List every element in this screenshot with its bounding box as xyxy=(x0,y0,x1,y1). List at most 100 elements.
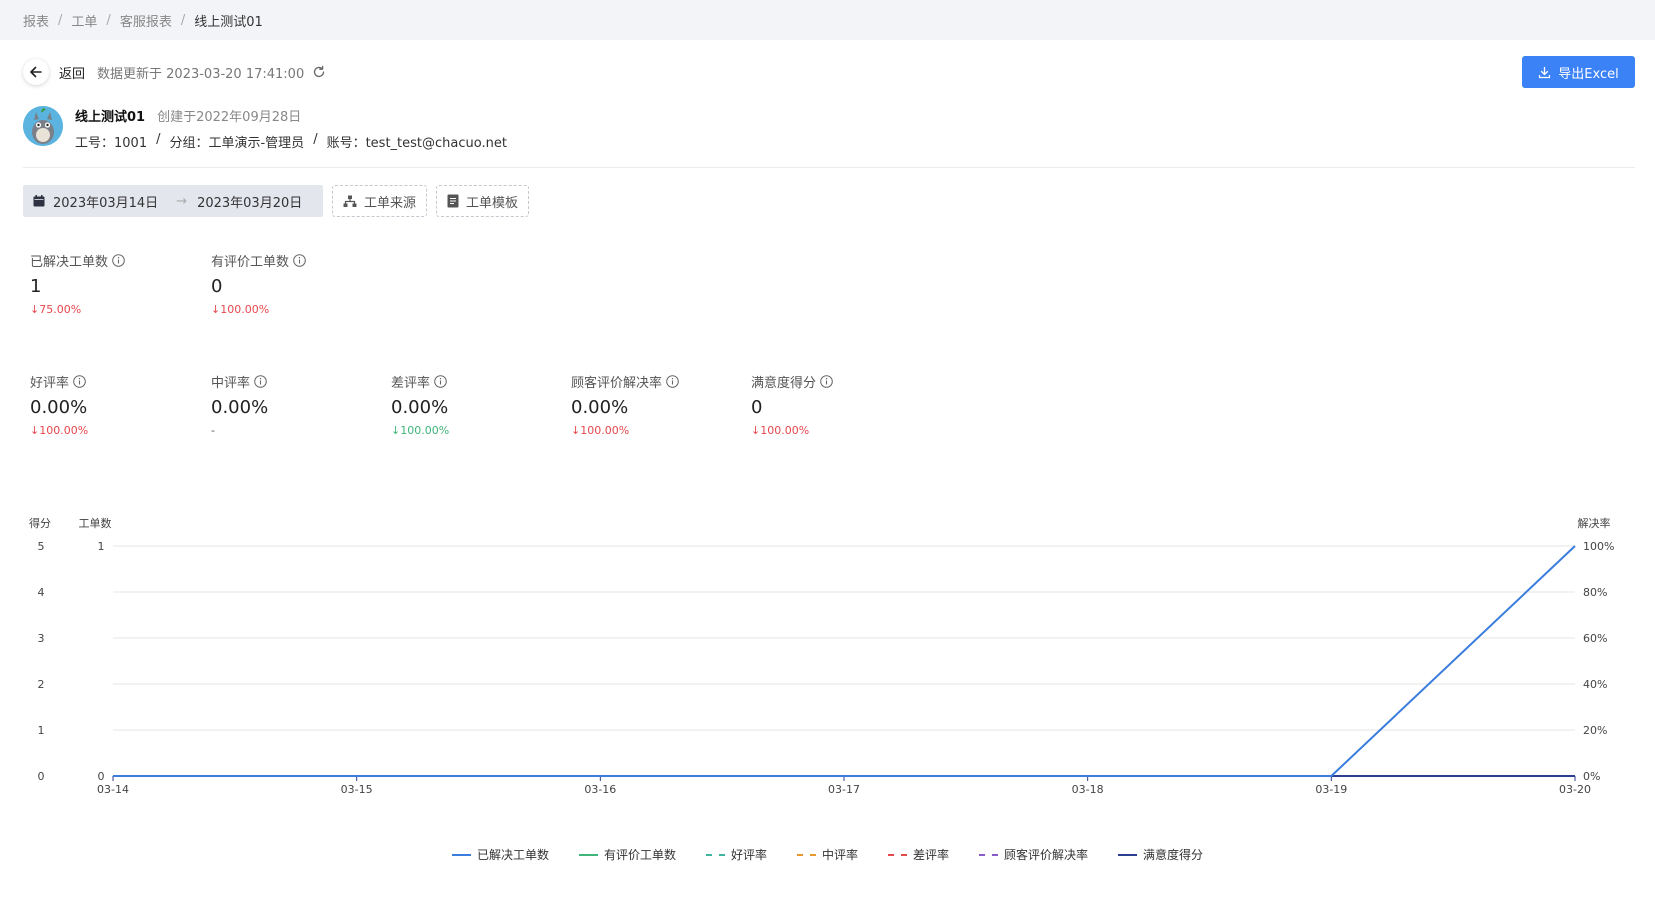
arrow-down-icon: ↓ xyxy=(30,423,40,437)
legend-item[interactable]: 好评率 xyxy=(705,846,767,863)
legend-swatch xyxy=(979,853,999,856)
date-range-picker[interactable]: 2023年03月14日 → 2023年03月20日 xyxy=(23,185,323,217)
legend-swatch xyxy=(796,853,816,856)
trend-chart: 得分 工单数 解决率 0 1 2 3 4 5 0 1 0% 20% 40% 60% 80% 100% 03-14 0… xyxy=(29,516,1614,796)
score-tick-label: 3 xyxy=(38,632,45,645)
legend-label: 满意度得分 xyxy=(1143,848,1204,862)
info-icon[interactable] xyxy=(112,253,125,267)
filter-bar: 2023年03月14日 → 2023年03月20日 工单来源 工单模板 xyxy=(23,185,530,217)
document-icon xyxy=(447,194,459,208)
count-axis-title: 工单数 xyxy=(79,517,112,530)
stat-change: 100.00% xyxy=(220,302,270,316)
ticket-template-filter[interactable]: 工单模板 xyxy=(436,185,530,217)
ticket-template-label: 工单模板 xyxy=(466,195,519,211)
stat-label: 差评率 xyxy=(391,375,431,391)
stat-label: 已解决工单数 xyxy=(30,254,109,270)
breadcrumb-separator: / xyxy=(180,12,186,28)
avatar xyxy=(23,106,63,146)
arrow-down-icon: ↓ xyxy=(211,302,221,316)
export-label: 导出Excel xyxy=(1558,66,1619,82)
stat-value: 0 xyxy=(211,276,223,297)
breadcrumb: 报表 / 工单 / 客服报表 / 线上测试01 xyxy=(0,0,1655,40)
legend-label: 已解决工单数 xyxy=(476,848,549,862)
score-tick-label: 1 xyxy=(38,724,45,737)
legend-item[interactable]: 满意度得分 xyxy=(1118,846,1203,863)
score-tick-label: 4 xyxy=(38,586,45,599)
x-tick-label: 03-14 xyxy=(97,783,129,796)
rate-tick-label: 20% xyxy=(1583,724,1607,737)
stat-label: 顾客评价解决率 xyxy=(571,375,663,391)
refresh-icon[interactable] xyxy=(312,65,326,79)
agent-name: 线上测试01 xyxy=(75,109,146,125)
stat-label: 有评价工单数 xyxy=(211,254,290,270)
stat-value: 0.00% xyxy=(391,397,449,418)
info-icon[interactable] xyxy=(666,374,679,388)
breadcrumb-service-reports[interactable]: 客服报表 xyxy=(120,11,172,30)
header-bar: 返回 数据更新于 2023-03-20 17:41:00 xyxy=(23,56,326,88)
x-tick-label: 03-15 xyxy=(341,783,373,796)
legend-swatch xyxy=(578,853,598,856)
stat-resolved-tickets: 已解决工单数 1 ↓ 75.00% xyxy=(30,251,190,316)
count-tick-label: 1 xyxy=(98,540,105,553)
stat-change: 100.00% xyxy=(39,423,89,437)
stat-change: 100.00% xyxy=(580,423,630,437)
legend-swatch xyxy=(705,853,725,856)
legend-item[interactable]: 已解决工单数 xyxy=(451,846,549,863)
chart-legend: 已解决工单数 有评价工单数 好评率 中评率 差评率 顾客评价解决率 满意度得分 xyxy=(0,846,1655,863)
stat-label: 满意度得分 xyxy=(751,375,817,391)
stat-value: 0.00% xyxy=(30,397,88,418)
stat-change: 75.00% xyxy=(39,302,82,316)
legend-swatch xyxy=(888,853,907,856)
breadcrumb-tickets[interactable]: 工单 xyxy=(71,11,97,30)
arrow-right-icon: → xyxy=(176,193,188,209)
update-time-text: 数据更新于 2023-03-20 17:41:00 xyxy=(97,66,305,82)
legend-label: 有评价工单数 xyxy=(603,848,676,862)
info-icon[interactable] xyxy=(293,253,306,267)
stat-label: 好评率 xyxy=(30,375,70,391)
legend-item[interactable]: 顾客评价解决率 xyxy=(979,846,1088,863)
arrow-down-icon: ↓ xyxy=(571,423,581,437)
legend-label: 顾客评价解决率 xyxy=(1004,848,1089,862)
info-icon[interactable] xyxy=(254,374,267,388)
job-number: 工号：1001 xyxy=(75,136,148,151)
rate-axis-title: 解决率 xyxy=(1578,516,1611,530)
legend-label: 差评率 xyxy=(913,848,950,862)
divider xyxy=(23,167,1635,168)
x-tick-label: 03-19 xyxy=(1315,783,1347,796)
rate-tick-label: 80% xyxy=(1583,586,1607,599)
sitemap-icon xyxy=(343,195,357,207)
stat-rated-tickets: 有评价工单数 0 ↓ 100.00% xyxy=(211,251,371,316)
x-tick-label: 03-17 xyxy=(828,783,860,796)
info-icon[interactable] xyxy=(73,374,86,388)
legend-swatch xyxy=(1118,853,1138,856)
stat-customer-resolution-rate: 顾客评价解决率 0.00% ↓ 100.00% xyxy=(571,372,751,437)
stat-change: - xyxy=(211,423,215,437)
legend-label: 好评率 xyxy=(730,848,767,862)
legend-item[interactable]: 中评率 xyxy=(796,846,858,863)
legend-item[interactable]: 有评价工单数 xyxy=(578,846,676,863)
created-date: 创建于2022年09月28日 xyxy=(157,109,302,125)
export-excel-button[interactable]: 导出Excel xyxy=(1522,56,1635,88)
stat-value: 0 xyxy=(751,397,763,418)
ticket-source-label: 工单来源 xyxy=(364,195,417,211)
account-info: 账号：test_test@chacuo.net xyxy=(326,136,507,151)
legend-swatch xyxy=(451,853,471,856)
meta-separator: / xyxy=(156,132,161,147)
legend-label: 中评率 xyxy=(821,848,858,862)
legend-item[interactable]: 差评率 xyxy=(888,846,949,863)
breadcrumb-reports[interactable]: 报表 xyxy=(23,11,49,30)
back-button[interactable] xyxy=(23,59,49,85)
back-label[interactable]: 返回 xyxy=(59,63,85,82)
info-icon[interactable] xyxy=(434,374,447,388)
stat-value: 1 xyxy=(30,276,42,297)
start-date: 2023年03月14日 xyxy=(53,195,159,211)
score-tick-label: 2 xyxy=(38,678,45,691)
ticket-source-filter[interactable]: 工单来源 xyxy=(332,185,428,217)
breadcrumb-separator: / xyxy=(106,12,111,28)
stat-value: 0.00% xyxy=(211,397,269,418)
rate-tick-label: 60% xyxy=(1583,632,1607,645)
stat-good-rate: 好评率 0.00% ↓ 100.00% xyxy=(30,372,190,437)
count-tick-label: 0 xyxy=(98,770,105,783)
rate-tick-label: 100% xyxy=(1583,540,1614,553)
info-icon[interactable] xyxy=(820,374,833,388)
